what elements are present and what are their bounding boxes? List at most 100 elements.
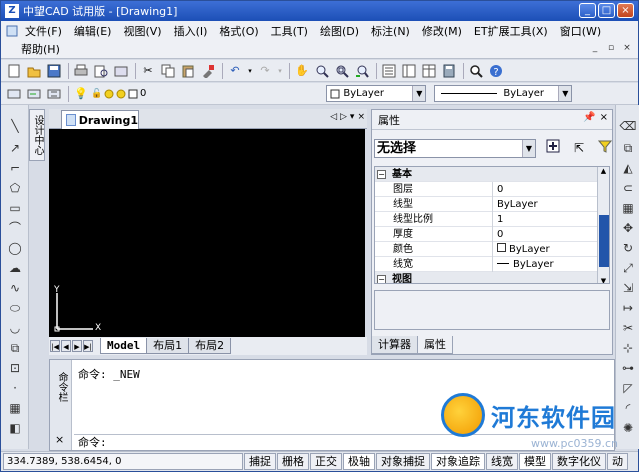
erase-icon[interactable]: ⌫ [619, 117, 637, 135]
ray-icon[interactable]: ↗ [6, 139, 24, 157]
category-view[interactable]: − 视图 [375, 272, 609, 283]
property-row-color[interactable]: 颜色 ByLayer [375, 241, 609, 257]
offset-icon[interactable]: ⊂ [619, 179, 637, 197]
design-center-icon[interactable] [400, 62, 418, 80]
fillet-icon[interactable]: ◜ [619, 399, 637, 417]
open-icon[interactable] [25, 62, 43, 80]
calculator-icon[interactable] [440, 62, 458, 80]
maximize-button[interactable]: □ [598, 3, 615, 18]
tab-layout1[interactable]: 布局1 [146, 338, 190, 354]
menu-window[interactable]: 窗口(W) [554, 23, 607, 39]
property-grid-scrollbar[interactable]: ▲ ▼ [597, 167, 609, 283]
linetype-combo[interactable]: ByLayer ▼ [434, 85, 573, 102]
menu-modify[interactable]: 修改(M) [416, 23, 468, 39]
copy-object-icon[interactable]: ⧉ [619, 139, 637, 157]
first-layout-icon[interactable]: |◀ [50, 340, 60, 352]
zoom-realtime-icon[interactable] [313, 62, 331, 80]
mdi-close-icon[interactable]: × [620, 41, 634, 55]
pin-icon[interactable]: 📌 [583, 112, 595, 123]
layer-color-swatch-icon[interactable] [128, 85, 138, 103]
spline-icon[interactable]: ∿ [6, 279, 24, 297]
stretch-icon[interactable]: ⇲ [619, 279, 637, 297]
drawing-canvas[interactable]: Y X [49, 129, 365, 337]
menu-view[interactable]: 视图(V) [117, 23, 167, 39]
chamfer-icon[interactable]: ◸ [619, 379, 637, 397]
insert-block-icon[interactable]: ⧉ [6, 339, 24, 357]
property-row-thickness[interactable]: 厚度 0 [375, 226, 609, 242]
property-row-linetype[interactable]: 线型 ByLayer [375, 196, 609, 212]
design-center-tab[interactable]: 设计中心 [29, 109, 45, 161]
layer-plot-icon[interactable] [116, 85, 126, 103]
mirror-icon[interactable]: ◭ [619, 159, 637, 177]
ellipse-arc-icon[interactable]: ◡ [6, 319, 24, 337]
menu-edit[interactable]: 编辑(E) [68, 23, 118, 39]
search-icon[interactable] [467, 62, 485, 80]
selection-combo[interactable]: 无选择 ▼ [374, 138, 536, 158]
array-icon[interactable]: ▦ [619, 199, 637, 217]
layer-on-bulb-icon[interactable]: 💡 [72, 85, 90, 103]
tablet-toggle[interactable]: 数字化仪 [552, 453, 606, 470]
tab-properties[interactable]: 属性 [417, 336, 453, 354]
match-properties-icon[interactable] [199, 62, 217, 80]
save-icon[interactable] [45, 62, 63, 80]
menu-file[interactable]: 文件(F) [19, 23, 68, 39]
scroll-thumb[interactable] [599, 215, 609, 267]
grid-toggle[interactable]: 栅格 [277, 453, 309, 470]
move-icon[interactable]: ✥ [619, 219, 637, 237]
tool-palette-icon[interactable] [420, 62, 438, 80]
break-icon[interactable]: ⊹ [619, 339, 637, 357]
tab-drawing1[interactable]: Drawing1 [61, 110, 139, 129]
collapse-icon[interactable]: − [377, 169, 386, 179]
zoom-window-icon[interactable] [333, 62, 351, 80]
menu-draw[interactable]: 绘图(D) [314, 23, 365, 39]
undo-dropdown-icon[interactable]: ▾ [246, 62, 254, 80]
revision-cloud-icon[interactable]: ☁ [6, 259, 24, 277]
model-toggle[interactable]: 模型 [519, 453, 551, 470]
ellipse-icon[interactable]: ⬭ [6, 299, 24, 317]
extend-icon[interactable]: ↦ [619, 299, 637, 317]
tab-list-icon[interactable]: ▾ [350, 112, 355, 122]
mdi-minimize-icon[interactable]: _ [588, 41, 602, 55]
polygon-icon[interactable]: ⬠ [6, 179, 24, 197]
tab-scroll-left-icon[interactable]: ◁ [330, 112, 337, 122]
minimize-button[interactable]: _ [579, 3, 596, 18]
category-basic[interactable]: − 基本 [375, 167, 609, 182]
prev-layout-icon[interactable]: ◀ [61, 340, 71, 352]
menu-dimension[interactable]: 标注(N) [365, 23, 416, 39]
menu-insert[interactable]: 插入(I) [168, 23, 214, 39]
menu-tools[interactable]: 工具(T) [265, 23, 314, 39]
scroll-down-icon[interactable]: ▼ [598, 277, 609, 283]
palette-close-icon[interactable]: × [600, 112, 608, 123]
publish-icon[interactable] [112, 62, 130, 80]
undo-icon[interactable]: ↶ [226, 62, 244, 80]
select-objects-icon[interactable]: ⇱ [570, 139, 588, 157]
property-row-linetype-scale[interactable]: 线型比例 1 [375, 211, 609, 227]
osnap-toggle[interactable]: 对象捕捉 [376, 453, 430, 470]
tab-scroll-right-icon[interactable]: ▷ [340, 112, 347, 122]
layer-lock-icon[interactable]: 🔓 [91, 85, 102, 103]
dynamic-toggle[interactable]: 动 [607, 453, 628, 470]
make-block-icon[interactable]: ⊡ [6, 359, 24, 377]
color-combo[interactable]: ByLayer ▼ [326, 85, 427, 102]
tab-close-icon[interactable]: × [357, 112, 365, 122]
layer-freeze-icon[interactable] [104, 85, 114, 103]
line-icon[interactable]: ╲ [6, 117, 24, 135]
polar-toggle[interactable]: 极轴 [343, 453, 375, 470]
scroll-up-icon[interactable]: ▲ [598, 167, 609, 175]
toggle-pickadd-icon[interactable] [544, 139, 562, 157]
next-layout-icon[interactable]: ▶ [72, 340, 82, 352]
command-window-handle[interactable]: 命令栏 × [50, 360, 72, 450]
layer-state-icon[interactable] [45, 85, 63, 103]
redo-icon[interactable]: ↷ [256, 62, 274, 80]
join-icon[interactable]: ⊶ [619, 359, 637, 377]
tab-calculator[interactable]: 计算器 [371, 336, 418, 354]
property-row-layer[interactable]: 图层 0 [375, 181, 609, 197]
redo-dropdown-icon[interactable]: ▾ [276, 62, 284, 80]
menu-et-tools[interactable]: ET扩展工具(X) [468, 23, 554, 39]
command-close-icon[interactable]: × [55, 433, 64, 446]
copy-icon[interactable] [159, 62, 177, 80]
rectangle-icon[interactable]: ▭ [6, 199, 24, 217]
quick-select-icon[interactable] [596, 139, 614, 157]
snap-toggle[interactable]: 捕捉 [244, 453, 276, 470]
layer-previous-icon[interactable] [25, 85, 43, 103]
